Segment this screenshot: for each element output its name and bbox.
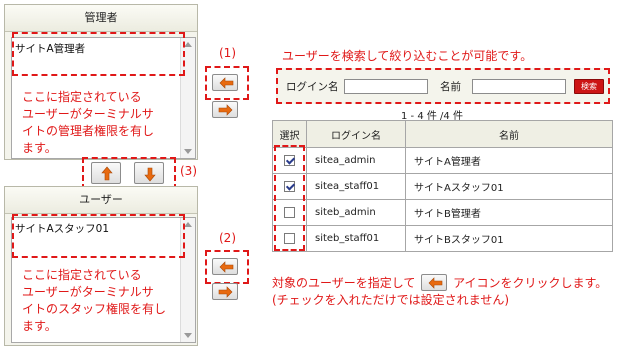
login-cell: sitea_admin bbox=[306, 147, 406, 174]
name-cell: サイトBスタッフ01 bbox=[405, 225, 613, 252]
arrow-left-icon bbox=[219, 261, 234, 273]
user-move-left-button[interactable] bbox=[212, 258, 238, 275]
login-cell: siteb_staff01 bbox=[306, 225, 406, 252]
login-cell: siteb_admin bbox=[306, 199, 406, 226]
header-name: 名前 bbox=[405, 120, 613, 148]
name-cell: サイトA管理者 bbox=[405, 147, 613, 174]
instruction-note: 対象のユーザーを指定して アイコンをクリックします。 (チェックを入れただけでは… bbox=[272, 274, 617, 309]
admin-description-line-1: ここに指定されている bbox=[22, 90, 142, 104]
move-down-button[interactable] bbox=[134, 162, 164, 184]
inline-move-left-icon-button bbox=[421, 274, 448, 291]
name-cell: サイトAスタッフ01 bbox=[405, 173, 613, 200]
user-panel-title: ユーザー bbox=[5, 187, 197, 214]
instruction-before-icon: 対象のユーザーを指定して bbox=[272, 276, 416, 290]
admin-move-right-button[interactable] bbox=[212, 101, 238, 118]
admin-description: ここに指定されている ユーザーがターミナルサ イトの管理者権限を有し ます。 bbox=[22, 89, 190, 157]
checkbox-column-highlight bbox=[274, 145, 305, 251]
arrow-up-icon bbox=[101, 166, 113, 181]
login-name-label: ログイン名 bbox=[286, 81, 339, 93]
user-description-line-4: ます。 bbox=[22, 319, 57, 333]
admin-move-left-button[interactable] bbox=[212, 74, 238, 91]
table-row: siteb_staff01 サイトBスタッフ01 bbox=[272, 225, 613, 252]
login-name-input[interactable] bbox=[344, 79, 428, 94]
admin-list-highlight bbox=[12, 32, 185, 76]
admin-panel-title: 管理者 bbox=[5, 5, 197, 32]
arrow-right-icon bbox=[218, 286, 233, 298]
search-hint: ユーザーを検索して絞り込むことが可能です。 bbox=[282, 49, 533, 63]
arrow-left-icon bbox=[219, 77, 234, 89]
login-cell: sitea_staff01 bbox=[306, 173, 406, 200]
table-header-row: 選択 ログイン名 名前 bbox=[272, 120, 613, 148]
user-move-right-button[interactable] bbox=[212, 283, 238, 300]
name-cell: サイトB管理者 bbox=[405, 199, 613, 226]
scroll-up-icon[interactable] bbox=[184, 222, 192, 227]
name-input[interactable] bbox=[472, 79, 566, 94]
move-up-button[interactable] bbox=[91, 162, 121, 184]
table-row: siteb_admin サイトB管理者 bbox=[272, 199, 613, 226]
search-button[interactable]: 検索 bbox=[574, 79, 604, 94]
arrow-left-icon bbox=[428, 277, 443, 289]
user-list-highlight bbox=[12, 214, 185, 258]
scroll-up-icon[interactable] bbox=[184, 42, 192, 47]
admin-description-line-3: イトの管理者権限を有し bbox=[22, 124, 155, 138]
user-description-line-2: ユーザーがターミナルサ bbox=[22, 285, 154, 299]
arrow-down-icon bbox=[144, 167, 156, 182]
user-description: ここに指定されている ユーザーがターミナルサ イトのスタッフ権限を有し ます。 bbox=[22, 267, 190, 335]
table-row: sitea_staff01 サイトAスタッフ01 bbox=[272, 173, 613, 200]
user-description-line-3: イトのスタッフ権限を有し bbox=[22, 302, 167, 316]
users-table: 選択 ログイン名 名前 sitea_admin サイトA管理者 sitea_st… bbox=[272, 120, 613, 252]
admin-description-line-4: ます。 bbox=[22, 141, 57, 155]
instruction-after-icon: アイコンをクリックします。 bbox=[453, 276, 608, 290]
callout-2: (2) bbox=[219, 231, 236, 245]
callout-3: (3) bbox=[180, 164, 197, 178]
search-area: ログイン名 名前 検索 bbox=[276, 68, 610, 104]
user-description-line-1: ここに指定されている bbox=[22, 268, 142, 282]
callout-1: (1) bbox=[219, 46, 236, 60]
instruction-line-1: 対象のユーザーを指定して アイコンをクリックします。 bbox=[272, 274, 617, 292]
instruction-line-2: (チェックを入れただけでは設定されません) bbox=[272, 293, 510, 307]
arrow-right-icon bbox=[218, 104, 233, 116]
table-row: sitea_admin サイトA管理者 bbox=[272, 147, 613, 174]
name-label: 名前 bbox=[440, 81, 461, 93]
header-login-name: ログイン名 bbox=[306, 120, 406, 148]
header-select: 選択 bbox=[272, 120, 307, 148]
admin-description-line-2: ユーザーがターミナルサ bbox=[22, 107, 154, 121]
